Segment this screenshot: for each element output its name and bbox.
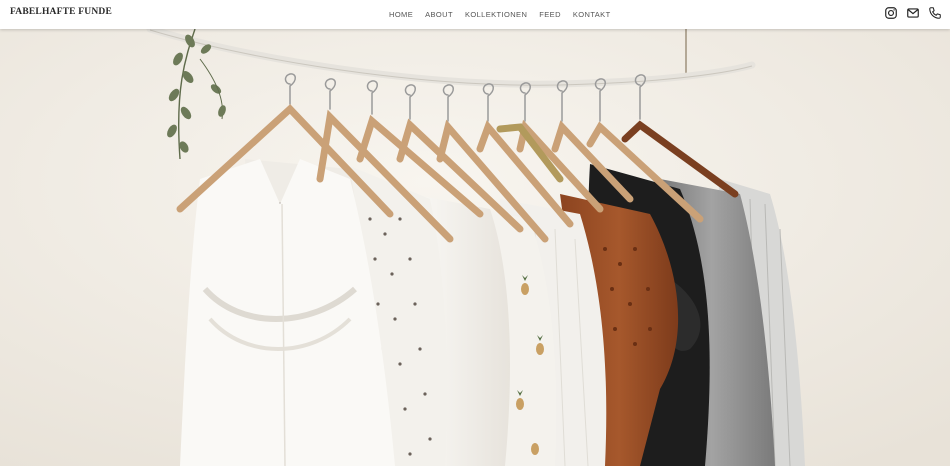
nav-home[interactable]: HOME <box>389 10 413 19</box>
instagram-icon[interactable] <box>884 6 898 20</box>
social-links <box>876 6 942 20</box>
clothes-rack-illustration <box>0 29 950 466</box>
nav-feed[interactable]: FEED <box>539 10 561 19</box>
site-header: FABELHAFTE FUNDE HOME ABOUT KOLLEKTIONEN… <box>0 0 950 29</box>
mail-icon[interactable] <box>906 6 920 20</box>
nav-kollektionen[interactable]: KOLLEKTIONEN <box>465 10 527 19</box>
phone-icon[interactable] <box>928 6 942 20</box>
nav-kontakt[interactable]: KONTAKT <box>573 10 611 19</box>
nav-about[interactable]: ABOUT <box>425 10 453 19</box>
site-logo[interactable]: FABELHAFTE FUNDE <box>10 7 112 17</box>
hero-image <box>0 29 950 466</box>
main-nav: HOME ABOUT KOLLEKTIONEN FEED KONTAKT <box>389 0 623 29</box>
